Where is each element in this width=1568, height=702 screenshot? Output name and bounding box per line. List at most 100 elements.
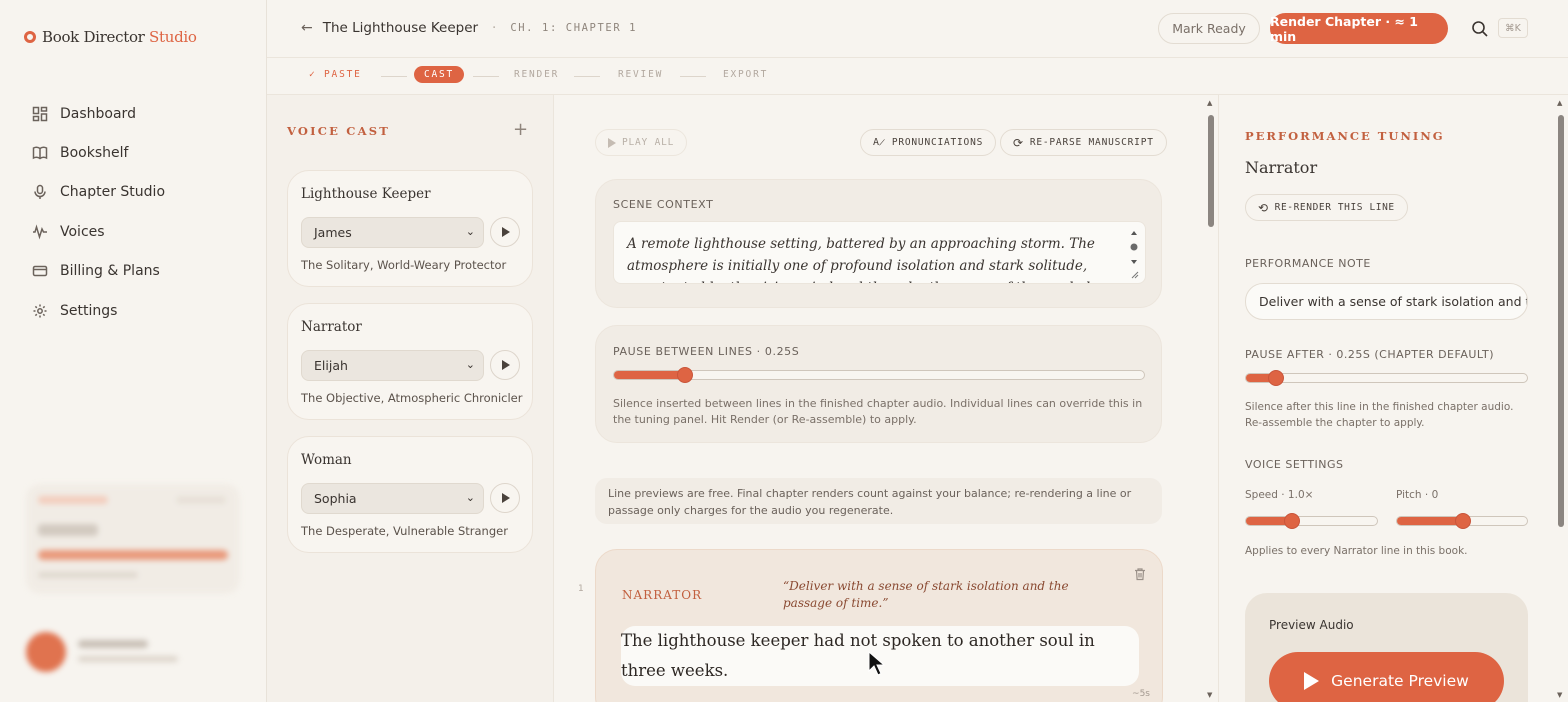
character-name: Narrator	[301, 319, 362, 335]
sidebar-item-chapter-studio[interactable]: Chapter Studio	[32, 173, 165, 212]
line-number: 1	[578, 584, 584, 594]
rerender-line-button[interactable]: ⟲ RE-RENDER THIS LINE	[1245, 194, 1408, 221]
scroll-down-icon[interactable]: ▼	[1207, 691, 1212, 699]
tuning-scrollbar[interactable]: ▲ ▼	[1556, 99, 1566, 699]
character-name: Woman	[301, 452, 352, 468]
app-logo[interactable]: Book Director Studio	[24, 28, 197, 46]
voice-select-value: Sophia	[314, 491, 357, 506]
slider-thumb[interactable]	[1455, 513, 1471, 529]
add-character-button[interactable]: +	[513, 119, 528, 140]
refresh-icon: ⟲	[1258, 200, 1269, 215]
voice-select-value: James	[314, 225, 352, 240]
breadcrumb: ← The Lighthouse Keeper · CH. 1: CHAPTER…	[301, 20, 637, 36]
step-export[interactable]: EXPORT	[723, 69, 768, 80]
voice-select[interactable]: Sophia ⌄	[301, 483, 484, 514]
scene-context-panel: SCENE CONTEXT A remote lighthouse settin…	[595, 179, 1162, 308]
pronunciations-label: PRONUNCIATIONS	[891, 137, 984, 148]
sidebar-item-billing[interactable]: Billing & Plans	[32, 252, 165, 291]
play-all-button[interactable]: PLAY ALL	[595, 129, 688, 156]
step-cast[interactable]: CAST	[414, 66, 465, 83]
play-all-label: PLAY ALL	[622, 137, 675, 148]
pause-after-slider[interactable]	[1245, 370, 1528, 386]
character-card: Lighthouse Keeper James ⌄ The Solitary, W…	[287, 170, 533, 287]
step-divider	[680, 76, 706, 77]
step-divider	[381, 76, 407, 77]
trash-icon[interactable]	[1133, 567, 1147, 581]
pause-between-lines-panel: PAUSE BETWEEN LINES · 0.25S Silence inse…	[595, 325, 1162, 443]
slider-thumb[interactable]	[677, 367, 693, 383]
generate-preview-label: Generate Preview	[1331, 672, 1469, 690]
voice-settings-help: Applies to every Narrator line in this b…	[1245, 545, 1468, 557]
pause-between-lines-slider[interactable]	[613, 367, 1145, 383]
reparse-manuscript-button[interactable]: ⟳ RE-PARSE MANUSCRIPT	[1000, 129, 1167, 156]
slider-thumb[interactable]	[1284, 513, 1300, 529]
workflow-steps: ✓ PASTE CAST RENDER REVIEW EXPORT	[267, 58, 1568, 95]
performance-note-input[interactable]: Deliver with a sense of stark isolation …	[1245, 283, 1528, 320]
character-description: The Desperate, Vulnerable Stranger	[301, 524, 508, 538]
book-title[interactable]: The Lighthouse Keeper	[323, 20, 478, 36]
play-voice-button[interactable]	[490, 483, 520, 513]
pause-after-help: Silence after this line in the finished …	[1245, 401, 1514, 429]
book-icon	[32, 146, 48, 160]
scene-context-textarea[interactable]: A remote lighthouse setting, battered by…	[613, 221, 1146, 284]
voice-cast-panel: VOICE CAST + Lighthouse Keeper James ⌄ Th…	[267, 95, 554, 702]
sidebar-item-label: Settings	[60, 302, 118, 319]
editor-scrollbar[interactable]: ▲ ▼	[1206, 99, 1216, 699]
pause-help-text: Silence inserted between lines in the fi…	[613, 397, 1143, 426]
scene-context-label: SCENE CONTEXT	[613, 198, 714, 211]
textarea-scrollbar[interactable]	[1129, 228, 1139, 280]
step-render[interactable]: RENDER	[514, 69, 559, 80]
chevron-down-icon: ⌄	[465, 491, 475, 504]
sidebar-nav: Dashboard Bookshelf Chapter Studio Voice…	[32, 94, 165, 330]
credit-card-icon	[32, 266, 48, 277]
step-paste[interactable]: ✓ PASTE	[309, 69, 362, 80]
chevron-down-icon: ⌄	[465, 358, 475, 371]
sidebar-item-voices[interactable]: Voices	[32, 212, 165, 251]
step-review[interactable]: REVIEW	[618, 69, 663, 80]
voice-select-value: Elijah	[314, 358, 348, 373]
line-duration: ~5s	[1132, 689, 1150, 699]
pitch-slider[interactable]	[1396, 513, 1528, 529]
scroll-up-icon[interactable]: ▲	[1557, 99, 1562, 107]
search-icon[interactable]	[1471, 20, 1489, 38]
scrollbar-thumb[interactable]	[1558, 115, 1564, 527]
preview-audio-title: Preview Audio	[1269, 618, 1354, 632]
waveform-icon	[33, 224, 47, 240]
sidebar-item-dashboard[interactable]: Dashboard	[32, 94, 165, 133]
voice-cast-title: VOICE CAST	[287, 124, 390, 138]
play-voice-button[interactable]	[490, 350, 520, 380]
mouse-cursor-icon	[868, 651, 886, 676]
user-profile[interactable]	[26, 626, 240, 680]
play-voice-button[interactable]	[490, 217, 520, 247]
play-icon	[608, 137, 616, 148]
character-description: The Objective, Atmospheric Chronicler	[301, 391, 523, 405]
speed-slider[interactable]	[1245, 513, 1378, 529]
sidebar-item-bookshelf[interactable]: Bookshelf	[32, 133, 165, 172]
gear-icon	[33, 304, 47, 318]
sidebar-item-settings[interactable]: Settings	[32, 291, 165, 330]
line-speaker[interactable]: NARRATOR	[622, 588, 702, 602]
app-name-accent: Studio	[149, 28, 197, 46]
scrollbar-thumb[interactable]	[1208, 115, 1214, 227]
chapter-label: CH. 1: CHAPTER 1	[510, 22, 638, 34]
sidebar-item-label: Voices	[60, 223, 105, 240]
slider-thumb[interactable]	[1268, 370, 1284, 386]
shortcut-hint: ⌘K	[1498, 18, 1528, 38]
breadcrumb-separator: ·	[492, 20, 497, 36]
back-arrow-icon[interactable]: ←	[301, 20, 313, 36]
line-card[interactable]: NARRATOR “Deliver with a sense of stark …	[595, 549, 1163, 702]
manuscript-editor: PLAY ALL A̷ PRONUNCIATIONS ⟳ RE-PARSE MA…	[554, 95, 1218, 702]
pause-between-lines-label: PAUSE BETWEEN LINES · 0.25S	[613, 345, 800, 358]
generate-preview-button[interactable]: Generate Preview	[1269, 652, 1504, 702]
render-chapter-button[interactable]: Render Chapter · ≈ 1 min	[1270, 13, 1448, 44]
sidebar-item-label: Chapter Studio	[60, 184, 166, 201]
mark-ready-button[interactable]: Mark Ready	[1158, 13, 1260, 44]
voice-select[interactable]: Elijah ⌄	[301, 350, 484, 381]
scroll-down-icon[interactable]: ▼	[1557, 691, 1562, 699]
scroll-up-icon[interactable]: ▲	[1207, 99, 1212, 107]
voice-settings-label: VOICE SETTINGS	[1245, 458, 1344, 471]
voice-select[interactable]: James ⌄	[301, 217, 484, 248]
scene-context-text: A remote lighthouse setting, battered by…	[627, 236, 1112, 283]
pronunciations-button[interactable]: A̷ PRONUNCIATIONS	[860, 129, 997, 156]
performance-tuning-panel: PERFORMANCE TUNING Narrator ⟲ RE-RENDER …	[1218, 95, 1568, 702]
